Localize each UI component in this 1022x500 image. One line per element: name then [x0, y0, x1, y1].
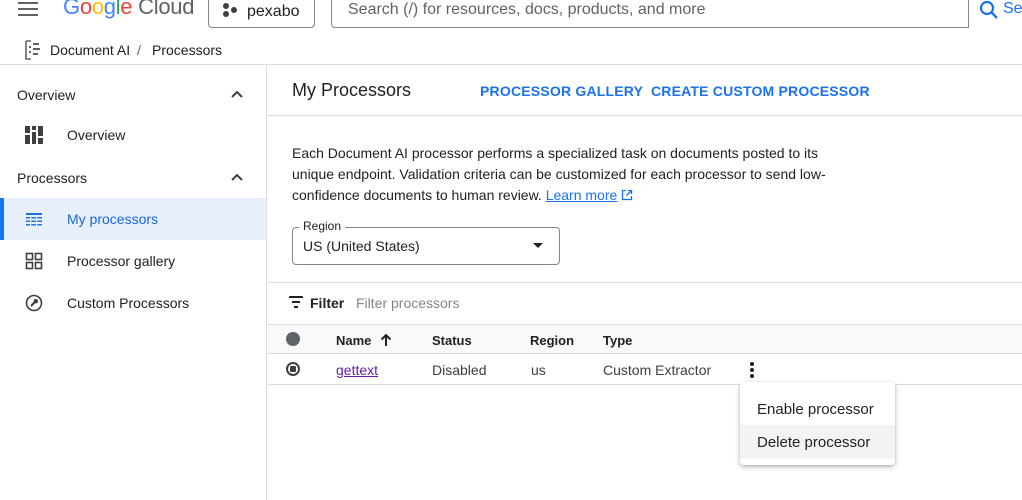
region-label: Region	[299, 219, 346, 233]
title-divider	[268, 115, 1022, 116]
filter-icon	[289, 296, 303, 308]
sidebar-item-label: Custom Processors	[67, 295, 190, 311]
filter-input[interactable]	[354, 292, 654, 314]
logo-letter: g	[103, 0, 116, 19]
processor-gallery-button[interactable]: PROCESSOR GALLERY	[480, 83, 643, 99]
project-icon	[223, 3, 239, 17]
delete-processor-menu-item[interactable]: Delete processor	[740, 425, 895, 459]
dropdown-arrow-icon	[533, 243, 543, 248]
sidebar-item-processor-gallery[interactable]: Processor gallery	[0, 240, 266, 282]
learn-more-label: Learn more	[545, 187, 618, 203]
create-custom-processor-button[interactable]: CREATE CUSTOM PROCESSOR	[651, 83, 870, 99]
wrench-icon	[25, 294, 43, 312]
filter-label: Filter	[310, 295, 345, 311]
filter-bar: Filter	[268, 283, 1022, 323]
sidebar-item-custom-processors[interactable]: Custom Processors	[0, 282, 266, 324]
sidebar-item-my-processors[interactable]: My processors	[0, 198, 266, 240]
chevron-up-icon[interactable]	[231, 173, 243, 181]
sidebar-item-label: Processor gallery	[67, 253, 176, 269]
row-select-radio[interactable]	[286, 362, 300, 376]
breadcrumb: Document AI / Processors	[0, 34, 1022, 64]
search-button[interactable]: Se	[968, 0, 1022, 28]
document-ai-icon	[25, 40, 40, 60]
external-link-icon[interactable]	[621, 189, 633, 201]
dashboard-icon	[25, 126, 43, 144]
main-menu-button[interactable]	[18, 0, 40, 18]
logo-letter: o	[79, 0, 92, 19]
processor-region: us	[531, 362, 546, 378]
column-header-type[interactable]: Type	[603, 333, 632, 348]
grid-icon	[25, 252, 43, 270]
column-header-region[interactable]: Region	[530, 333, 574, 348]
sidebar-item-label: My processors	[67, 211, 159, 227]
breadcrumb-separator: /	[137, 42, 141, 58]
chevron-up-icon[interactable]	[231, 90, 243, 98]
processor-status: Disabled	[432, 362, 487, 378]
logo-cloud-text: Cloud	[138, 0, 195, 19]
column-header-status[interactable]: Status	[432, 333, 472, 348]
sort-ascending-icon[interactable]	[380, 333, 392, 347]
table-header: Name Status Region Type	[268, 324, 1022, 354]
logo-letter: e	[120, 0, 133, 19]
enable-processor-menu-item[interactable]: Enable processor	[740, 392, 895, 426]
project-name: pexabo	[247, 3, 300, 20]
more-actions-icon[interactable]	[748, 361, 756, 379]
sidebar-item-overview[interactable]: Overview	[0, 114, 266, 156]
region-value: US (United States)	[303, 238, 420, 254]
project-picker[interactable]: pexabo	[208, 0, 315, 28]
sidebar-section-processors[interactable]: Processors	[17, 170, 87, 186]
row-actions-menu: Enable processor Delete processor	[740, 382, 895, 465]
select-all-checkbox[interactable]	[286, 332, 300, 346]
processor-name-link[interactable]: gettext	[336, 362, 378, 378]
sidebar-section-overview[interactable]: Overview	[17, 87, 75, 103]
logo-letter: o	[91, 0, 104, 19]
region-select[interactable]: Region US (United States)	[292, 219, 560, 265]
search-button-label: Se	[1003, 0, 1022, 17]
page-title: My Processors	[292, 80, 412, 100]
list-icon	[26, 213, 42, 226]
breadcrumb-product[interactable]: Document AI	[50, 42, 130, 58]
sidebar-item-label: Overview	[67, 127, 126, 143]
learn-more-link[interactable]: Learn more	[546, 187, 618, 203]
logo-letter: G	[63, 0, 80, 19]
table-row: gettext Disabled us Custom Extractor	[268, 354, 1022, 385]
search-bar[interactable]: Search (/) for resources, docs, products…	[331, 0, 1022, 28]
processor-type: Custom Extractor	[603, 362, 712, 378]
search-placeholder: Search (/) for resources, docs, products…	[348, 1, 706, 18]
column-header-name[interactable]: Name	[336, 333, 371, 348]
sidebar: Overview Overview Processors My processo…	[0, 65, 267, 500]
google-cloud-logo[interactable]: Google Cloud	[63, 0, 194, 20]
breadcrumb-page: Processors	[152, 42, 223, 58]
search-icon	[979, 0, 998, 19]
page-description: Each Document AI processor performs a sp…	[292, 143, 832, 206]
